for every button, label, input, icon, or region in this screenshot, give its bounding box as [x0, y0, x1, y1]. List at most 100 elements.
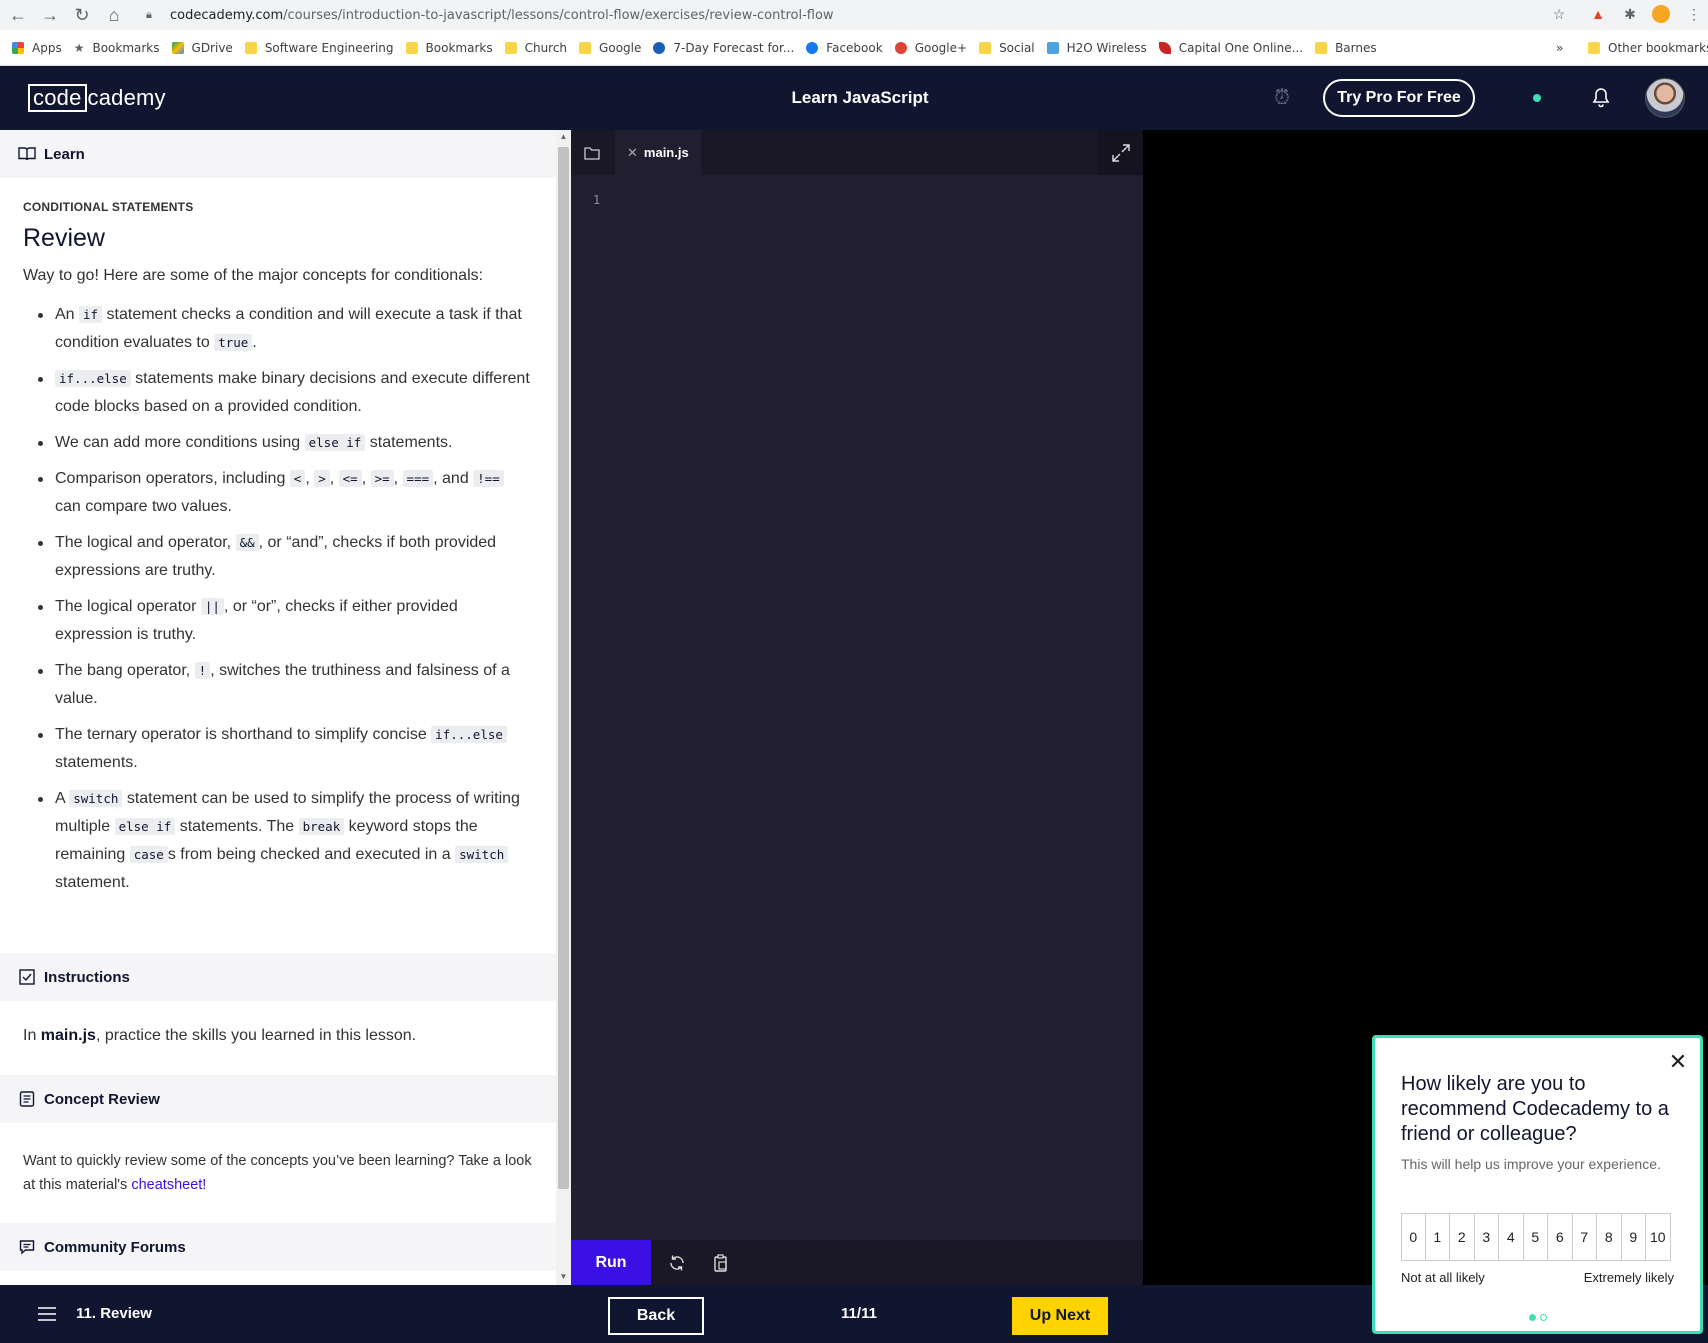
back-arrow-icon[interactable]: ←: [4, 1, 32, 29]
concept-text: statement checks a condition and will ex…: [55, 306, 522, 351]
concept-text: A: [55, 790, 70, 807]
progress-indicator: 11/11: [841, 1305, 877, 1322]
folder-icon: [1315, 41, 1328, 54]
url-path: /courses/introduction-to-javascript/less…: [283, 7, 834, 23]
rating-option[interactable]: 0: [1401, 1213, 1426, 1261]
scroll-down-arrow-icon[interactable]: ▼: [558, 1272, 569, 1282]
concept-text: Comparison operators, including: [55, 470, 290, 487]
avatar[interactable]: [1645, 78, 1685, 118]
bookmark-gdrive[interactable]: GDrive: [171, 41, 233, 55]
codecademy-logo[interactable]: code cademy: [28, 84, 166, 112]
rating-option[interactable]: 5: [1523, 1213, 1548, 1261]
scroll-up-arrow-icon[interactable]: ▲: [558, 132, 569, 142]
bookmark-barnes[interactable]: Barnes: [1315, 41, 1377, 55]
rating-option[interactable]: 1: [1425, 1213, 1450, 1261]
instructions-file: main.js: [40, 1027, 96, 1044]
concept-text: statements.: [365, 434, 453, 451]
rating-scale: 0 1 2 3 4 5 6 7 8 9 10: [1401, 1213, 1671, 1261]
reload-icon[interactable]: ↻: [68, 1, 96, 29]
folder-icon[interactable]: [581, 142, 603, 164]
concept-text: We can add more conditions using: [55, 434, 305, 451]
survey-subtext: This will help us improve your experienc…: [1401, 1156, 1661, 1172]
pager-dot-active: [1529, 1314, 1536, 1321]
cheatsheet-link[interactable]: cheatsheet!: [131, 1177, 206, 1193]
inline-code: switch: [69, 790, 123, 807]
concept-item: The logical and operator, &&, or “and”, …: [23, 529, 532, 585]
course-title[interactable]: Learn JavaScript: [700, 66, 1020, 130]
learning-panel: Learn CONDITIONAL STATEMENTS Review Way …: [0, 130, 556, 1285]
rating-option[interactable]: 8: [1597, 1213, 1622, 1261]
home-icon[interactable]: ⌂: [100, 1, 128, 29]
community-forums-section-header[interactable]: Community Forums: [0, 1223, 556, 1271]
copy-to-clipboard-icon[interactable]: [709, 1251, 733, 1275]
concept-text: statements. The: [175, 818, 299, 835]
try-pro-button[interactable]: Try Pro For Free: [1323, 79, 1475, 117]
bookmark-church[interactable]: Church: [504, 41, 567, 55]
logo-text: cademy: [87, 85, 166, 110]
instructions-section-header: Instructions: [0, 953, 556, 1001]
inline-code: <: [289, 470, 306, 487]
close-icon[interactable]: ✕: [1666, 1050, 1690, 1074]
folder-icon: [504, 41, 517, 54]
scrollbar-thumb[interactable]: [558, 147, 569, 1189]
bookmark-software-engineering[interactable]: Software Engineering: [244, 40, 394, 55]
inline-code: ||: [200, 598, 224, 615]
capital-one-icon: [1158, 41, 1171, 54]
instructions-text: In: [23, 1027, 41, 1044]
logo-box-text: code: [28, 84, 87, 112]
address-bar[interactable]: 🔒︎ codecademy.com/courses/introduction-t…: [140, 2, 1570, 28]
bookmark-star-icon[interactable]: ☆: [1549, 4, 1569, 24]
tab-main-js[interactable]: ✕ main.js: [615, 130, 701, 175]
concept-text: can compare two values.: [55, 498, 232, 515]
instructions-content: In main.js, practice the skills you lear…: [0, 1001, 556, 1075]
status-dot: [1533, 94, 1541, 102]
bell-icon[interactable]: [1589, 86, 1613, 110]
bookmark-forecast[interactable]: 7-Day Forecast for...: [653, 41, 794, 55]
code-editor: ✕ main.js 1 Run: [571, 130, 1143, 1285]
overflow-chevron-icon: »: [1556, 40, 1564, 55]
inline-code: &&: [235, 534, 259, 551]
bookmark-facebook[interactable]: Facebook: [806, 41, 883, 55]
concept-item: if...else statements make binary decisio…: [23, 365, 532, 421]
expand-icon[interactable]: [1098, 130, 1143, 175]
rating-option[interactable]: 6: [1548, 1213, 1573, 1261]
rating-option[interactable]: 9: [1621, 1213, 1646, 1261]
forward-arrow-icon[interactable]: →: [36, 1, 64, 29]
rating-option[interactable]: 10: [1646, 1213, 1671, 1261]
current-lesson-label[interactable]: 11. Review: [76, 1285, 152, 1343]
browser-menu-icon[interactable]: ⋮: [1684, 4, 1704, 24]
bookmark-apps[interactable]: Apps: [12, 41, 62, 55]
bookmark-capital-one[interactable]: Capital One Online...: [1158, 41, 1303, 55]
editor-tab-bar: ✕ main.js: [571, 130, 1143, 175]
bookmark-social[interactable]: Social: [979, 41, 1035, 55]
run-button[interactable]: Run: [571, 1240, 651, 1285]
extensions-puzzle-icon[interactable]: ✱: [1620, 4, 1640, 24]
alarm-clock-icon[interactable]: ⏰︎: [1270, 86, 1294, 110]
close-tab-icon[interactable]: ✕: [627, 145, 638, 161]
rating-option[interactable]: 2: [1450, 1213, 1475, 1261]
concept-item: We can add more conditions using else if…: [23, 429, 532, 457]
rating-option[interactable]: 7: [1572, 1213, 1597, 1261]
hamburger-menu-icon[interactable]: [36, 1303, 58, 1325]
bookmark-bookmarks[interactable]: ★ Bookmarks: [74, 41, 160, 55]
rating-option[interactable]: 4: [1499, 1213, 1524, 1261]
section-label: Instructions: [44, 968, 130, 986]
up-next-button[interactable]: Up Next: [1012, 1297, 1108, 1335]
profile-extension-icon[interactable]: [1651, 4, 1671, 24]
rating-option[interactable]: 3: [1474, 1213, 1499, 1261]
reset-icon[interactable]: [665, 1251, 689, 1275]
concept-text: ,: [393, 470, 403, 487]
concept-text: The bang operator,: [55, 662, 195, 679]
other-bookmarks[interactable]: Other bookmarks: [1588, 41, 1708, 55]
bookmark-bookmarks-folder[interactable]: Bookmarks: [405, 41, 493, 55]
bookmark-google[interactable]: Google: [579, 41, 641, 55]
bookmarks-overflow-button[interactable]: »: [1556, 41, 1563, 55]
site-header: code cademy Learn JavaScript ⏰︎ Try Pro F…: [0, 66, 1708, 130]
concept-text: ,: [305, 470, 315, 487]
bookmark-google-plus[interactable]: Google+: [894, 41, 967, 55]
extension-red-icon[interactable]: ▲: [1588, 4, 1608, 24]
back-button[interactable]: Back: [608, 1297, 704, 1335]
bookmark-label: Software Engineering: [264, 40, 394, 55]
book-icon: [18, 145, 36, 163]
bookmark-h2o[interactable]: H2O Wireless: [1046, 41, 1147, 55]
